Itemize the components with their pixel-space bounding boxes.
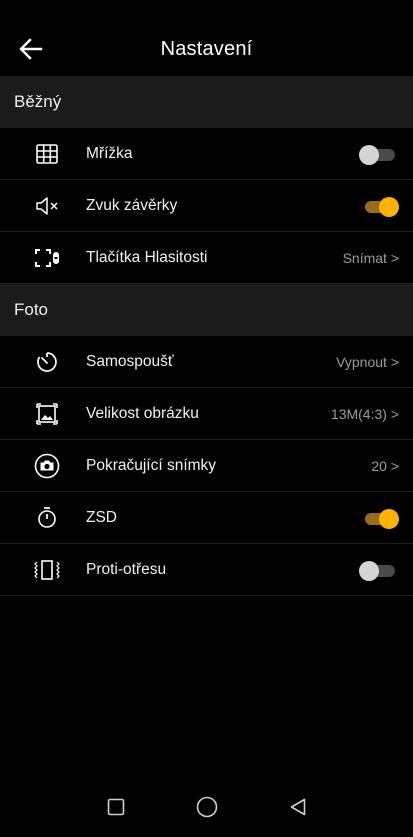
stopwatch-icon <box>33 504 61 532</box>
section-header-general: Běžný <box>0 76 413 128</box>
circle-icon <box>196 796 217 818</box>
setting-label: Tlačítka Hlasitosti <box>86 248 208 266</box>
status-bar <box>0 0 413 22</box>
burst-camera-icon <box>33 452 61 480</box>
setting-row-grid[interactable]: Mřížka <box>0 128 413 180</box>
setting-label: Velikost obrázku <box>86 404 199 422</box>
setting-row-zsd[interactable]: ZSD <box>0 492 413 544</box>
setting-row-anti-shake[interactable]: Proti-otřesu <box>0 544 413 596</box>
setting-label: ZSD <box>86 508 117 526</box>
grid-toggle[interactable] <box>359 145 399 165</box>
square-icon <box>107 798 124 816</box>
grid-icon <box>33 140 61 168</box>
setting-value: Vypnout > <box>336 353 399 370</box>
timer-icon <box>33 348 61 376</box>
setting-value: 20 > <box>371 457 399 474</box>
setting-label: Mřížka <box>86 144 133 162</box>
setting-label: Pokračující snímky <box>86 456 217 474</box>
setting-row-self-timer[interactable]: Samospoušť Vypnout > <box>0 336 413 388</box>
top-bar: Nastavení <box>0 22 413 76</box>
back-button[interactable] <box>16 35 46 63</box>
back-nav-button[interactable] <box>280 789 316 825</box>
setting-row-volume-keys[interactable]: Tlačítka Hlasitosti Snímat > <box>0 232 413 284</box>
image-size-icon <box>33 400 61 428</box>
setting-value: 13M(4:3) > <box>330 405 399 422</box>
setting-label: Zvuk závěrky <box>86 196 178 214</box>
setting-label: Samospoušť <box>86 352 174 370</box>
page-title: Nastavení <box>160 37 253 60</box>
volume-keys-icon <box>33 244 61 272</box>
home-button[interactable] <box>189 789 225 825</box>
setting-row-image-size[interactable]: Velikost obrázku 13M(4:3) > <box>0 388 413 440</box>
triangle-back-icon <box>290 798 305 816</box>
section-header-photo: Foto <box>0 284 413 336</box>
setting-row-shutter-sound[interactable]: Zvuk závěrky <box>0 180 413 232</box>
zsd-toggle[interactable] <box>359 509 399 529</box>
setting-label: Proti-otřesu <box>86 560 167 578</box>
anti-shake-toggle[interactable] <box>359 561 399 581</box>
setting-row-burst[interactable]: Pokračující snímky 20 > <box>0 440 413 492</box>
anti-shake-icon <box>33 556 61 584</box>
recents-button[interactable] <box>98 789 134 825</box>
system-nav-bar <box>0 777 413 837</box>
shutter-sound-toggle[interactable] <box>359 197 399 217</box>
arrow-left-icon <box>19 38 43 60</box>
speaker-mute-icon <box>33 192 61 220</box>
setting-value: Snímat > <box>342 249 399 266</box>
